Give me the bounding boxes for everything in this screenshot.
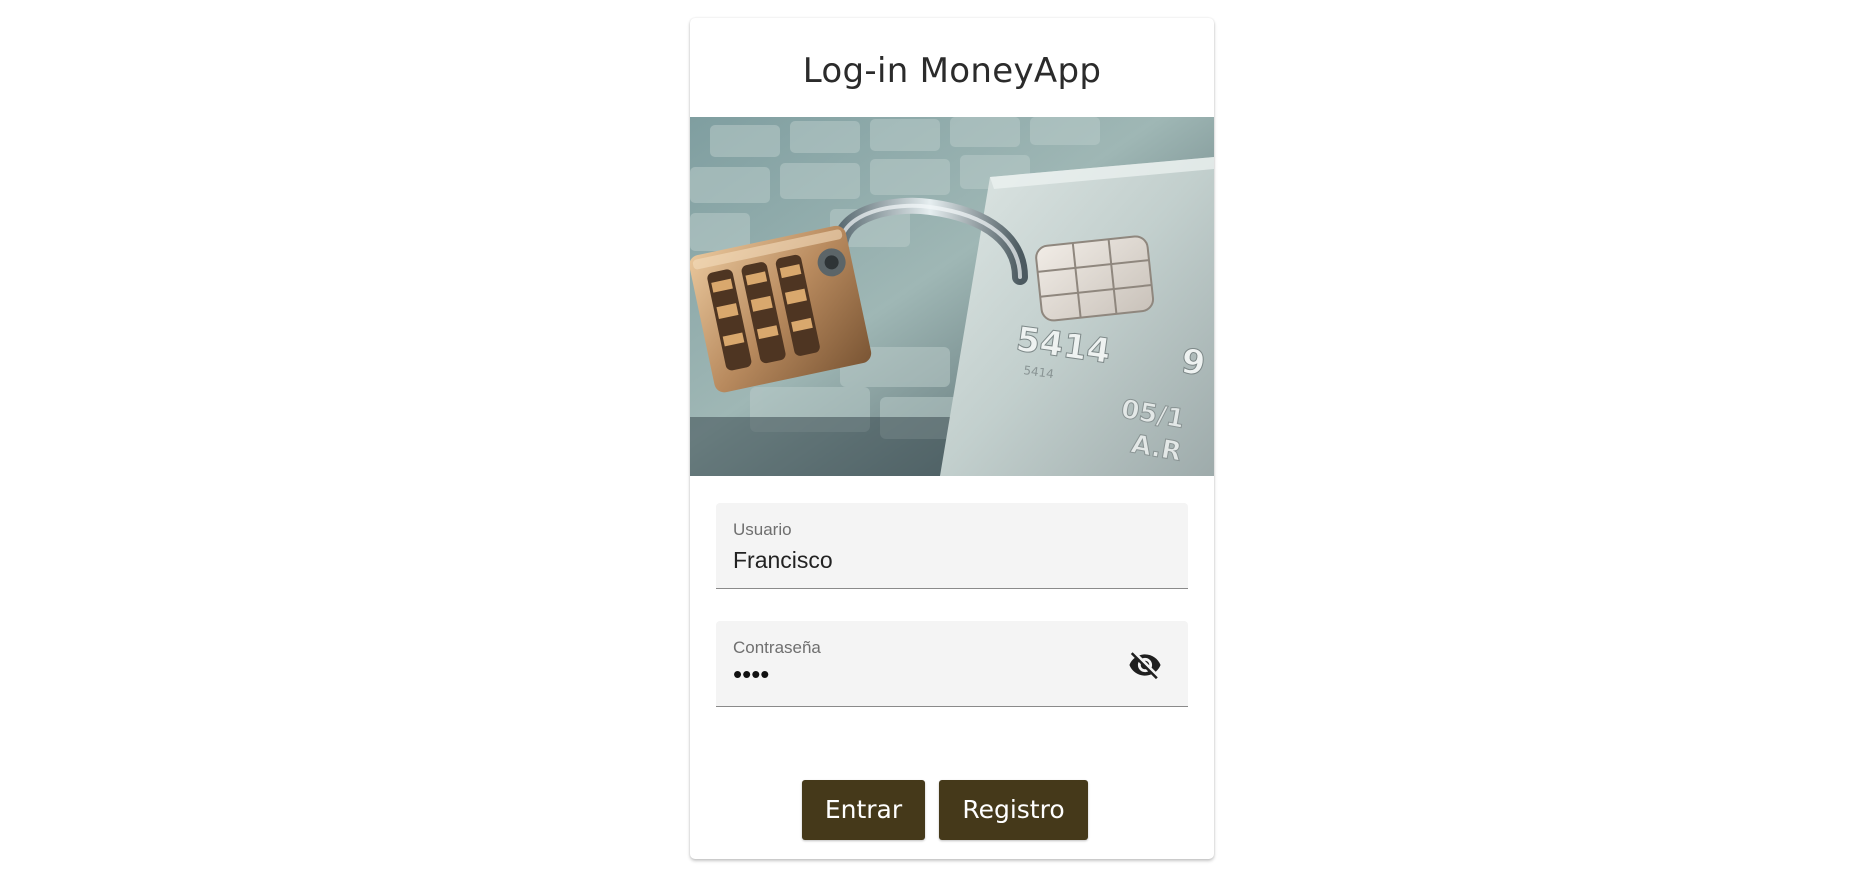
password-label: Contraseña bbox=[733, 638, 821, 657]
password-field[interactable]: Contraseña •••• bbox=[716, 621, 1188, 707]
username-input[interactable]: Francisco bbox=[733, 547, 833, 574]
password-input[interactable]: •••• bbox=[733, 659, 769, 690]
username-label: Usuario bbox=[733, 520, 792, 539]
login-card: Log-in MoneyApp 5414 9 5414 05/1 A.R Usu… bbox=[690, 18, 1214, 859]
page-title: Log-in MoneyApp bbox=[802, 51, 1102, 91]
visibility-off-icon[interactable] bbox=[1128, 648, 1162, 682]
username-field[interactable]: Usuario Francisco bbox=[716, 503, 1188, 589]
enter-button[interactable]: Entrar bbox=[802, 780, 925, 840]
security-hero-image: 5414 9 5414 05/1 A.R bbox=[690, 117, 1214, 476]
register-button[interactable]: Registro bbox=[939, 780, 1088, 840]
